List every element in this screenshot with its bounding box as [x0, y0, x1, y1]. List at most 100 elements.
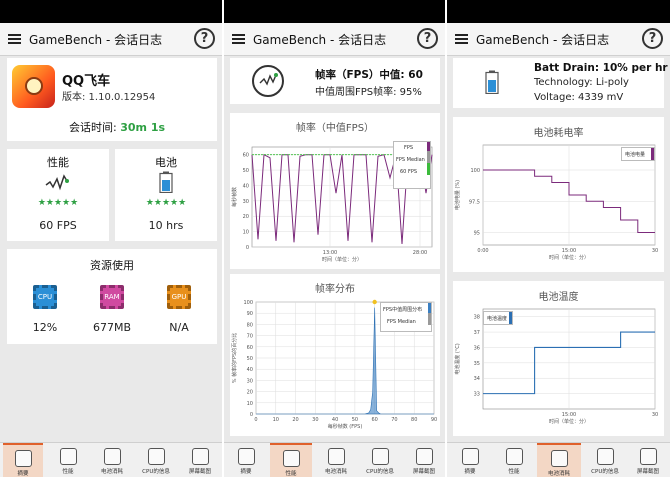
tab-label: CPU的信息 — [142, 469, 170, 475]
y-tick-label: 0 — [246, 245, 249, 251]
battery-card[interactable]: 电池 ★★★★★ 10 hrs — [115, 149, 217, 241]
legend-item: FPS中值周围分布 — [381, 303, 431, 313]
game-name: QQ飞车 — [62, 74, 111, 89]
tab-summary[interactable]: 摘要 — [450, 443, 490, 477]
fps-around-median: 中值周围FPS帧率: 95% — [315, 87, 422, 98]
status-bar — [447, 0, 670, 23]
legend-item: 60 FPS — [394, 163, 430, 175]
y-tick-label: 50 — [243, 168, 249, 174]
battery-icon — [103, 448, 121, 465]
tab-label: CPU的信息 — [366, 469, 394, 475]
x-axis-label: 每秒帧数 (FPS) — [328, 423, 363, 430]
performance-stars: ★★★★★ — [37, 198, 79, 208]
fps-distribution-card: 帧率分布 0 10 20 30 40 50 60 70 80 90 100 0 10 20 30 40 50 60… — [230, 274, 440, 436]
menu-icon[interactable] — [8, 34, 21, 44]
battery-icon — [485, 70, 499, 94]
tab-screenshots[interactable]: 屏幕截图 — [180, 443, 220, 477]
x-tick-label: 30 — [312, 417, 318, 423]
performance-icon — [282, 450, 300, 467]
y-tick-label: 20 — [247, 390, 253, 396]
bottom-nav: 摘要 性能 电池消耗 CPU的信息 屏幕截图 — [224, 442, 445, 477]
battery-title: 电池 — [155, 156, 177, 169]
tab-battery[interactable]: 电池消耗 — [316, 443, 356, 477]
x-axis-label: 时间（单位：分） — [322, 256, 362, 263]
x-tick-label: 30 — [652, 248, 658, 254]
fps-chart-card: 帧率（中值FPS） 0 10 20 30 40 50 60 13:00 28:00 时间（单位：分… — [230, 113, 440, 269]
y-tick-label: 70 — [247, 334, 253, 340]
legend-item: 电池温度 — [484, 312, 512, 324]
screenshot-icon — [191, 448, 209, 465]
app-title: GameBench - 会话日志 — [29, 33, 163, 47]
bottom-nav: 摘要 性能 电池消耗 CPU的信息 屏幕截图 — [447, 442, 670, 477]
screenshot-icon — [639, 448, 657, 465]
tab-label: 性能 — [62, 469, 74, 475]
tab-summary[interactable]: 摘要 — [226, 443, 266, 477]
y-axis-label: 电池温度 (°C) — [454, 343, 461, 375]
battery-icon — [550, 450, 568, 467]
cpu-icon — [147, 448, 165, 465]
tab-cpu[interactable]: CPU的信息 — [360, 443, 400, 477]
status-bar — [0, 0, 222, 23]
fps-chart-title: 帧率（中值FPS） — [295, 123, 375, 134]
tab-screenshots[interactable]: 屏幕截图 — [404, 443, 444, 477]
y-axis-label: 每秒帧数 — [231, 187, 238, 207]
median-marker — [372, 299, 377, 305]
cpu-value: 12% — [32, 321, 58, 334]
y-tick-label: 10 — [243, 230, 249, 236]
fps-legend: FPS FPS Median 60 FPS — [393, 141, 431, 189]
tab-cpu[interactable]: CPU的信息 — [136, 443, 176, 477]
x-tick-label: 90 — [431, 417, 437, 423]
tab-label: 屏幕截图 — [188, 469, 211, 475]
tab-label: 电池消耗 — [324, 469, 347, 475]
game-version: 版本: 1.10.0.12954 — [62, 92, 156, 103]
menu-icon[interactable] — [232, 34, 245, 44]
cpu-icon — [596, 448, 614, 465]
battery-icon — [159, 171, 173, 193]
tab-performance[interactable]: 性能 — [494, 443, 534, 477]
tab-summary[interactable]: 摘要 — [3, 443, 43, 477]
gpu-chip-icon: GPU — [167, 285, 191, 309]
tab-performance[interactable]: 性能 — [48, 443, 88, 477]
summary-icon — [237, 448, 255, 465]
tab-label: 电池消耗 — [100, 469, 123, 475]
menu-icon[interactable] — [455, 34, 468, 44]
performance-icon — [45, 174, 69, 191]
app-title: GameBench - 会话日志 — [476, 33, 610, 47]
tab-label: 屏幕截图 — [636, 469, 659, 475]
batt-technology: Technology: Li-poly — [534, 77, 629, 88]
performance-icon — [59, 448, 77, 465]
session-time: 会话时间: 30m 1s — [69, 119, 165, 135]
performance-card[interactable]: 性能 ★★★★★ 60 FPS — [7, 149, 109, 241]
gpu-value: N/A — [169, 321, 189, 334]
x-tick-label: 10 — [273, 417, 279, 423]
bottom-nav: 摘要 性能 电池消耗 CPU的信息 屏幕截图 — [0, 442, 222, 477]
tab-screenshots[interactable]: 屏幕截图 — [628, 443, 668, 477]
battery-icon — [327, 448, 345, 465]
app-bar: GameBench - 会话日志 ? — [447, 23, 670, 56]
app-title: GameBench - 会话日志 — [253, 33, 387, 47]
app-bar: GameBench - 会话日志 ? — [224, 23, 445, 56]
help-button[interactable]: ? — [417, 28, 438, 49]
y-tick-label: 34 — [474, 376, 480, 382]
tab-battery[interactable]: 电池消耗 — [537, 443, 581, 477]
help-button[interactable]: ? — [642, 28, 663, 49]
y-tick-label: 50 — [247, 356, 253, 362]
y-tick-label: 100 — [243, 300, 253, 306]
ram-chip-icon: RAM — [100, 285, 124, 309]
y-tick-label: 30 — [247, 378, 253, 384]
legend-item: FPS Median — [381, 313, 431, 325]
x-tick-label: 13:00 — [323, 250, 337, 256]
status-bar — [224, 0, 445, 23]
y-tick-label: 36 — [474, 345, 480, 351]
x-tick-label: 20 — [292, 417, 298, 423]
y-tick-label: 33 — [474, 392, 480, 398]
help-button[interactable]: ? — [194, 28, 215, 49]
x-tick-label: 15:00 — [562, 412, 576, 418]
tab-performance[interactable]: 性能 — [270, 443, 312, 477]
tab-battery[interactable]: 电池消耗 — [92, 443, 132, 477]
game-info-card: QQ飞车 版本: 1.10.0.12954 会话时间: 30m 1s — [7, 58, 217, 141]
x-tick-label: 0 — [254, 417, 257, 423]
tab-cpu[interactable]: CPU的信息 — [585, 443, 625, 477]
y-tick-label: 0 — [250, 412, 253, 418]
session-value: 30m 1s — [120, 121, 166, 134]
